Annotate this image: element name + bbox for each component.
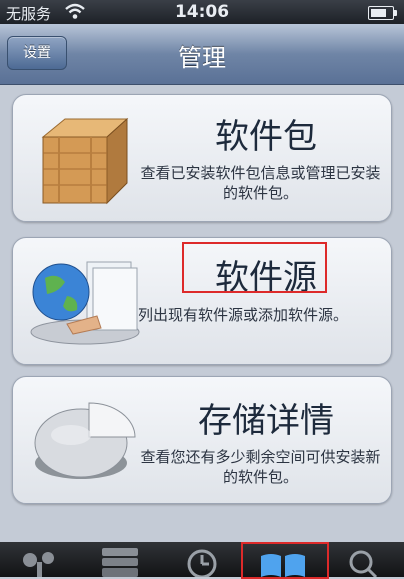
cydia-icon	[23, 552, 54, 577]
package-box-icon	[41, 117, 129, 205]
tab-sections[interactable]	[80, 542, 160, 577]
manage-menu: 软件包 查看已安装软件包信息或管理已安装的软件包。 软件源 列出现有软件源或添加…	[0, 85, 404, 542]
packages-card[interactable]: 软件包 查看已安装软件包信息或管理已安装的软件包。	[12, 94, 392, 222]
tab-highlight-box	[241, 542, 329, 579]
changes-clock-icon	[187, 549, 217, 577]
status-time: 14:06	[174, 2, 230, 22]
packages-title: 软件包	[215, 117, 317, 157]
search-icon	[349, 550, 378, 577]
sections-icon	[102, 548, 138, 577]
packages-desc: 查看已安装软件包信息或管理已安装的软件包。	[140, 164, 381, 202]
tab-bar	[0, 542, 404, 579]
storage-card[interactable]: 存储详情 查看您还有多少剩余空间可供安装新的软件包。	[12, 376, 392, 504]
tab-search[interactable]	[324, 542, 404, 577]
storage-title: 存储详情	[198, 401, 334, 441]
sources-desc: 列出现有软件源或添加软件源。	[138, 306, 349, 324]
globe-source-icon	[30, 261, 140, 345]
tab-cydia[interactable]	[0, 542, 80, 577]
status-bar: 无服务 14:06	[0, 0, 404, 24]
battery-icon	[368, 6, 397, 20]
tab-changes[interactable]	[162, 542, 242, 577]
page-title: 管理	[178, 44, 226, 72]
highlight-box	[182, 242, 327, 293]
storage-desc: 查看您还有多少剩余空间可供安装新的软件包。	[140, 448, 381, 486]
pie-storage-icon	[34, 402, 136, 479]
navigation-bar: 设置 管理	[0, 24, 404, 85]
